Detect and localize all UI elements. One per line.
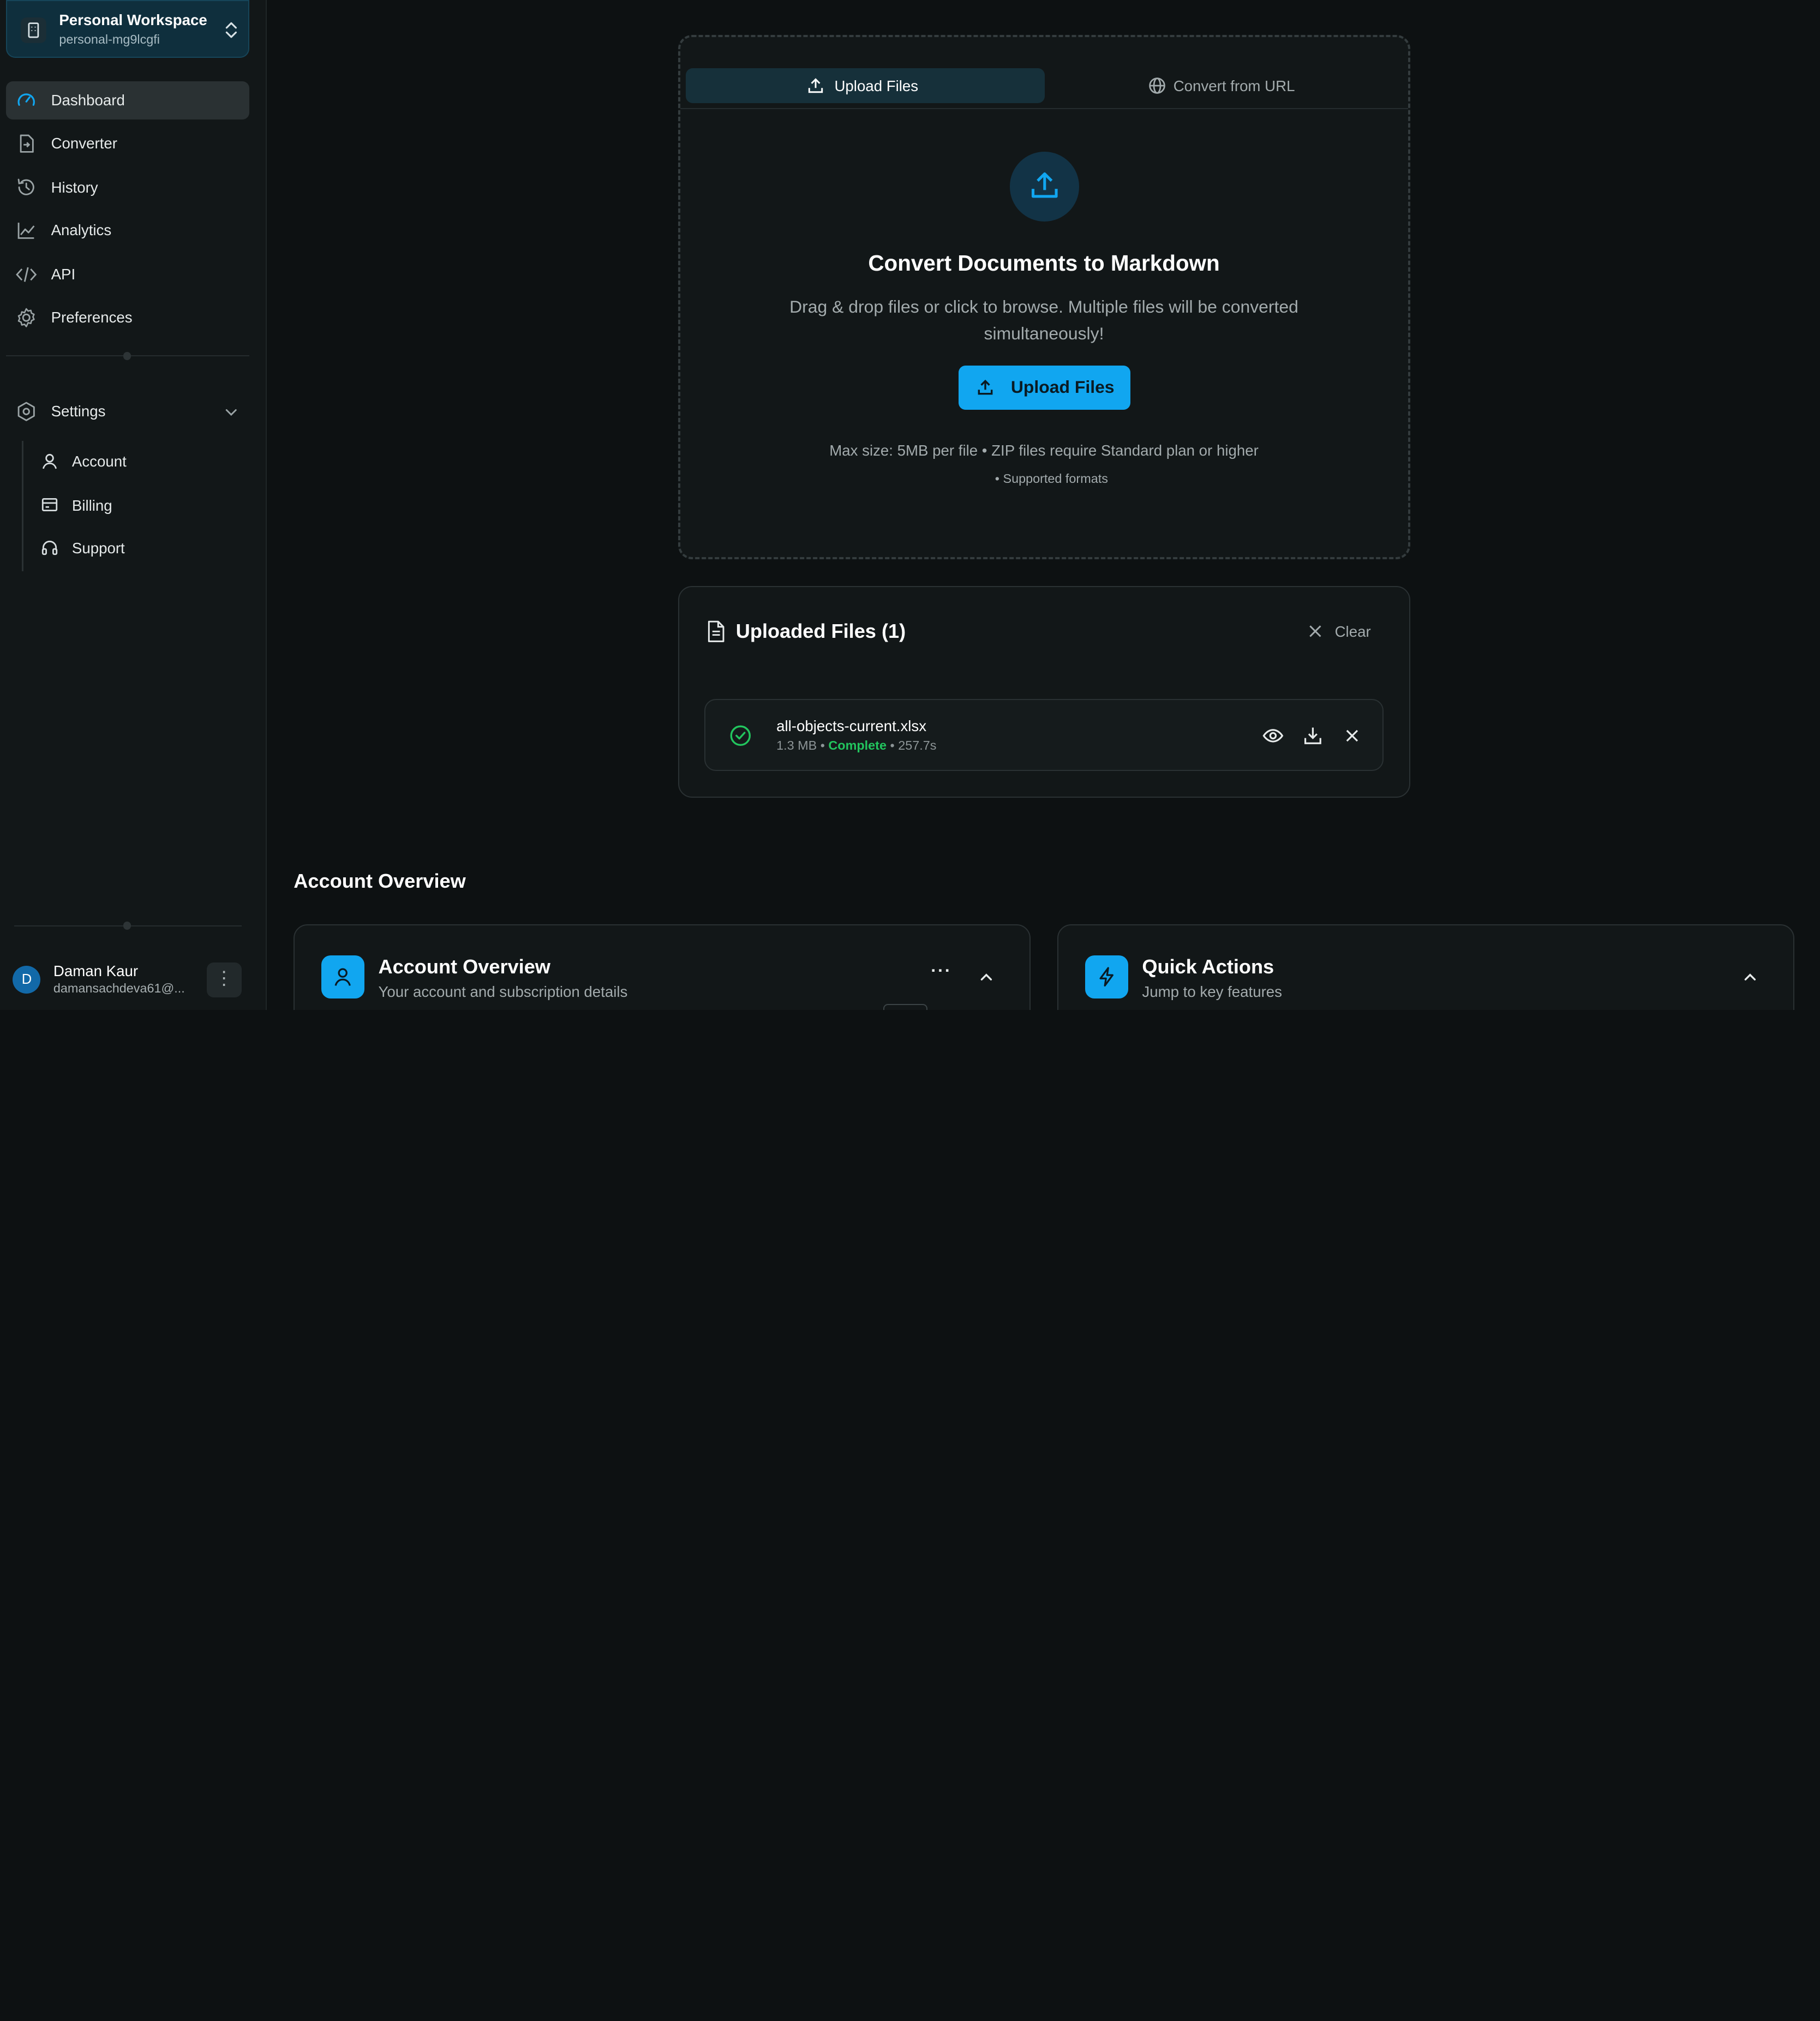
settings-hexagon-icon — [17, 402, 35, 421]
code-icon — [15, 267, 37, 282]
sidebar-item-label: Account — [71, 452, 127, 470]
sidebar-item-account[interactable]: Account — [35, 444, 250, 479]
card-subtitle: Jump to key features — [1142, 983, 1282, 1000]
sidebar-item-converter[interactable]: Converter — [6, 124, 250, 163]
sidebar-item-api[interactable]: API — [6, 255, 250, 294]
file-status: Complete — [828, 738, 887, 752]
sidebar-item-dashboard[interactable]: Dashboard — [5, 81, 250, 120]
uploaded-files-title: Uploaded Files (1) — [735, 620, 906, 642]
upload-title: Convert Documents to Markdown — [868, 250, 1220, 276]
workspace-id: personal-mg9lcgfi — [59, 32, 160, 47]
headset-icon — [42, 541, 58, 555]
check-circle-icon — [730, 725, 751, 746]
card-title: Quick Actions — [1142, 955, 1274, 978]
sidebar-item-label: Converter — [51, 134, 117, 152]
card-title: Account Overview — [378, 955, 550, 978]
sidebar-item-label: History — [51, 178, 98, 196]
history-icon — [17, 179, 34, 196]
sidebar-item-label: Settings — [51, 403, 106, 420]
document-icon — [708, 620, 725, 642]
tab-convert-url[interactable]: Convert from URL — [1049, 68, 1403, 103]
building-icon — [21, 17, 46, 43]
meta-separator: • — [890, 738, 899, 752]
avatar[interactable]: D — [13, 966, 41, 994]
tab-label: Convert from URL — [1173, 77, 1295, 95]
user-email: damansachdeva61@... — [53, 980, 185, 995]
sidebar-item-label: Billing — [71, 497, 112, 514]
billing-card-icon — [42, 498, 58, 512]
quick-actions-badge — [1085, 955, 1128, 998]
file-item: all-objects-current.xlsx 1.3 MB • Comple… — [704, 698, 1384, 771]
dashboard-gauge-icon — [17, 93, 35, 106]
file-duration: 257.7s — [898, 738, 937, 752]
file-meta: 1.3 MB • Complete • 257.7s — [776, 738, 936, 753]
close-icon — [1309, 625, 1321, 637]
chevron-up-icon[interactable] — [978, 969, 995, 985]
sidebar-item-label: Preferences — [51, 308, 133, 326]
sidebar-item-label: Dashboard — [51, 92, 125, 109]
remove-file-icon[interactable] — [1339, 723, 1365, 749]
account-overview-heading: Account Overview — [294, 869, 466, 892]
account-badge — [321, 955, 364, 998]
upload-description: Drag & drop files or click to browse. Mu… — [789, 297, 1298, 343]
supported-formats-link[interactable]: • Supported formats — [680, 471, 1423, 486]
upload-icon — [978, 380, 993, 395]
sidebar-item-label: API — [51, 266, 76, 283]
sidebar-item-support[interactable]: Support — [35, 530, 250, 565]
globe-icon — [1149, 77, 1165, 94]
upload-illustration — [1009, 152, 1080, 222]
upload-dropzone[interactable]: Upload Files Convert from URL Convert Do… — [678, 34, 1411, 560]
sidebar-item-billing[interactable]: Billing — [35, 488, 250, 523]
clear-button[interactable]: Clear — [1303, 618, 1382, 645]
uploaded-files-panel: Uploaded Files (1) Clear all-objects-cur… — [678, 586, 1411, 798]
partial-element — [883, 1004, 927, 1010]
chevron-up-down-icon — [225, 22, 237, 38]
sidebar-item-preferences[interactable]: Preferences — [6, 298, 250, 337]
divider-dot — [123, 922, 131, 930]
button-label: Upload Files — [1010, 377, 1115, 397]
file-size: 1.3 MB — [776, 738, 817, 752]
more-vertical-icon: ⋮ — [214, 967, 234, 989]
preview-eye-icon[interactable] — [1260, 723, 1286, 749]
card-subtitle: Your account and subscription details — [378, 983, 628, 1000]
sidebar-item-analytics[interactable]: Analytics — [6, 211, 250, 249]
lightning-icon — [1099, 967, 1114, 987]
clear-label: Clear — [1334, 623, 1371, 641]
user-name: Daman Kaur — [53, 962, 139, 979]
more-horizontal-icon[interactable]: ··· — [931, 961, 954, 981]
workspace-switcher[interactable]: Personal Workspace personal-mg9lcgfi — [5, 0, 250, 58]
user-icon — [43, 453, 57, 469]
gear-icon — [17, 308, 35, 327]
sidebar-item-label: Analytics — [51, 222, 112, 239]
user-icon — [334, 968, 351, 986]
settings-rail — [22, 441, 23, 571]
upload-icon — [809, 78, 823, 93]
chevron-down-icon — [225, 409, 237, 416]
sidebar: Personal Workspace personal-mg9lcgfi Das… — [0, 0, 267, 1010]
account-overview-card: Account Overview Your account and subscr… — [294, 924, 1031, 1010]
quick-actions-card: Quick Actions Jump to key features — [1057, 924, 1795, 1010]
analytics-chart-icon — [17, 223, 35, 239]
meta-separator: • — [820, 738, 829, 752]
upload-files-button[interactable]: Upload Files — [959, 365, 1130, 410]
upload-tabs: Upload Files Convert from URL — [680, 37, 1408, 109]
sidebar-item-label: Support — [71, 540, 125, 557]
user-menu-button[interactable]: ⋮ — [206, 962, 242, 997]
divider-dot — [123, 351, 131, 360]
file-name: all-objects-current.xlsx — [776, 717, 927, 734]
download-icon[interactable] — [1300, 723, 1326, 749]
upload-icon — [1031, 172, 1058, 198]
file-convert-icon — [20, 134, 34, 153]
sidebar-item-settings[interactable]: Settings — [6, 392, 250, 430]
tab-upload-files[interactable]: Upload Files — [686, 68, 1045, 104]
upload-limits-note: Max size: 5MB per file • ZIP files requi… — [829, 442, 1259, 459]
workspace-name: Personal Workspace — [59, 11, 207, 29]
chevron-up-icon[interactable] — [1742, 969, 1758, 985]
sidebar-item-history[interactable]: History — [6, 169, 250, 207]
tab-label: Upload Files — [834, 77, 919, 95]
